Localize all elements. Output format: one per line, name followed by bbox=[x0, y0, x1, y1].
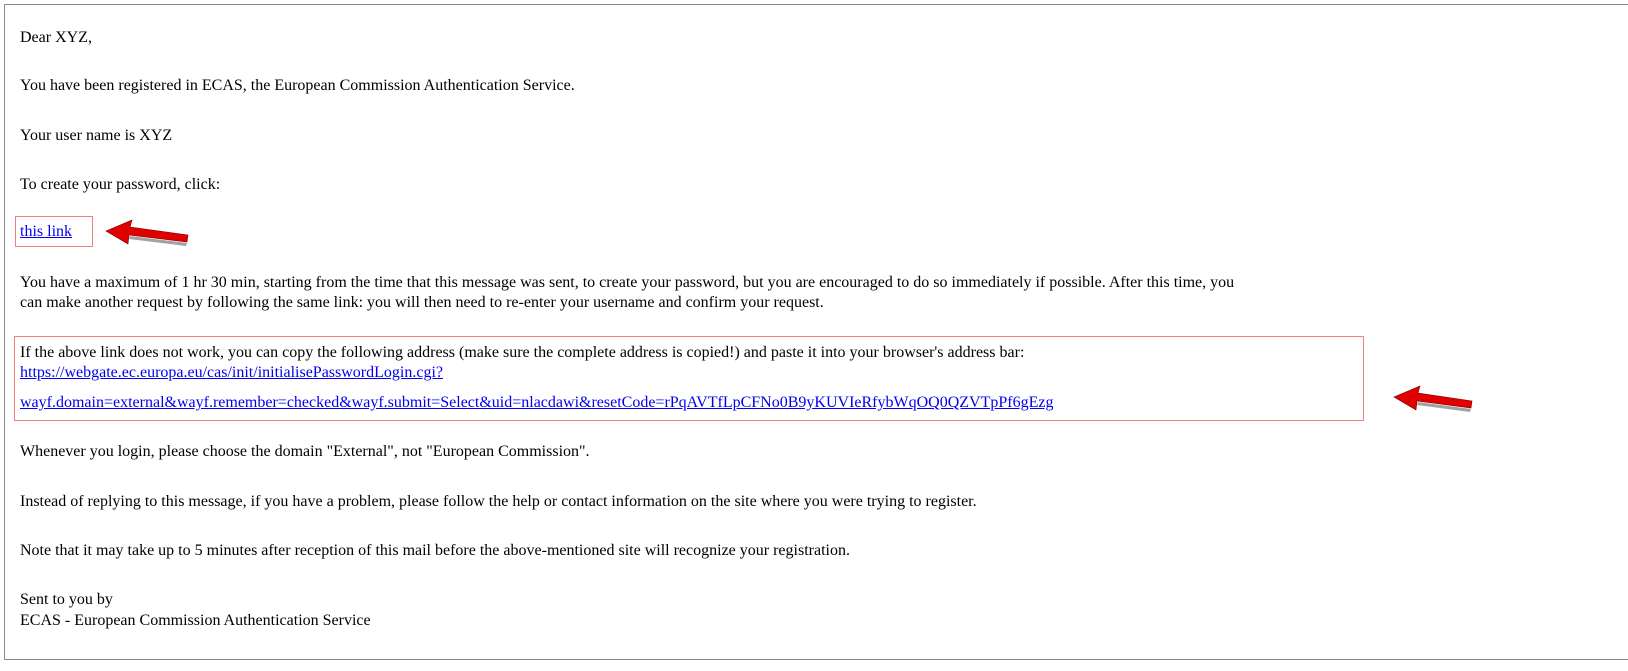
create-password-prompt: To create your password, click: bbox=[20, 176, 221, 193]
signoff: Sent to you by bbox=[20, 591, 113, 608]
time-limit-line-1: You have a maximum of 1 hr 30 min, start… bbox=[20, 274, 1235, 291]
greeting: Dear XYZ, bbox=[20, 29, 92, 46]
username-line: Your user name is XYZ bbox=[20, 127, 173, 144]
domain-note: Whenever you login, please choose the do… bbox=[20, 443, 590, 460]
arrow-icon bbox=[1393, 385, 1473, 412]
registration-notice: You have been registered in ECAS, the Eu… bbox=[20, 77, 575, 94]
fallback-url-highlight-box bbox=[14, 336, 1364, 421]
email-frame bbox=[4, 4, 1628, 660]
signature: ECAS - European Commission Authenticatio… bbox=[20, 612, 371, 629]
arrow-icon bbox=[105, 219, 189, 246]
delay-note: Note that it may take up to 5 minutes af… bbox=[20, 542, 850, 559]
password-link-highlight-box bbox=[15, 216, 93, 247]
time-limit-line-2: can make another request by following th… bbox=[20, 294, 824, 311]
no-reply-note: Instead of replying to this message, if … bbox=[20, 493, 977, 510]
